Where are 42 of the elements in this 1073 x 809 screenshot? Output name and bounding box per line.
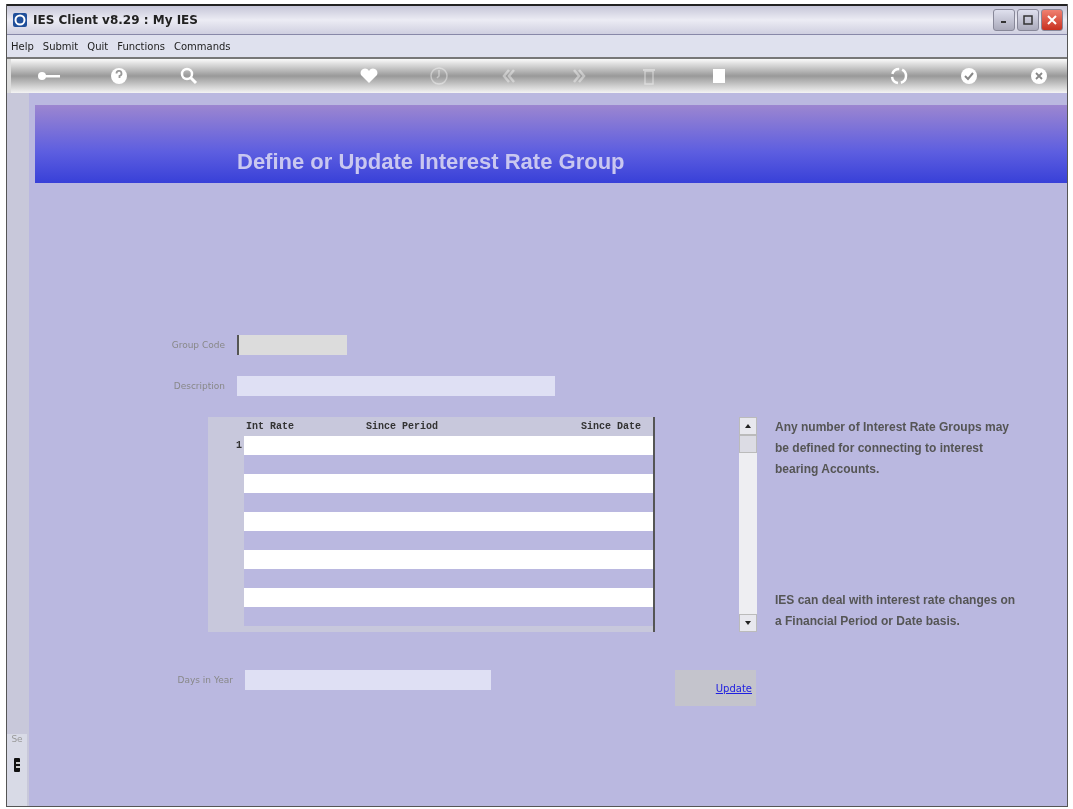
- days-in-year-field[interactable]: [245, 670, 491, 690]
- row-number: 1: [236, 440, 242, 451]
- maximize-icon[interactable]: [1023, 15, 1033, 25]
- table-row[interactable]: [244, 531, 653, 550]
- maximize-button[interactable]: [1017, 9, 1039, 31]
- scrollbar[interactable]: [739, 417, 757, 632]
- table-row[interactable]: [244, 493, 653, 512]
- close-button[interactable]: [1041, 9, 1063, 31]
- column-header: Int Rate: [246, 421, 295, 432]
- table-row[interactable]: [244, 588, 653, 607]
- table-row[interactable]: [244, 436, 653, 455]
- panel-icon[interactable]: [14, 758, 20, 772]
- table-row[interactable]: [244, 607, 653, 626]
- column-header: Since Date: [581, 421, 641, 432]
- update-link[interactable]: Update: [715, 682, 752, 694]
- scroll-up-icon[interactable]: [744, 423, 752, 429]
- menu-item[interactable]: Help: [11, 40, 34, 52]
- panel-label: Se: [11, 734, 23, 744]
- page-title: Define or Update Interest Rate Group: [237, 149, 625, 175]
- menu-item[interactable]: Submit: [42, 40, 79, 52]
- description-field[interactable]: [237, 376, 555, 396]
- app-icon: [13, 13, 27, 27]
- window-title: IES Client v8.29 : My IES: [33, 13, 198, 27]
- field-label: Group Code: [170, 340, 226, 350]
- menu-item[interactable]: Commands: [173, 40, 231, 52]
- update-button[interactable]: Update: [675, 670, 756, 706]
- table-row[interactable]: [244, 550, 653, 569]
- column-header: Since Period: [366, 421, 439, 432]
- field-label: Description: [172, 381, 226, 391]
- group-code-field[interactable]: [237, 335, 347, 355]
- table-row[interactable]: [244, 455, 653, 474]
- table-row[interactable]: [244, 569, 653, 588]
- menu-item[interactable]: Functions: [117, 40, 165, 52]
- field-label: Days in Year: [176, 674, 234, 687]
- scroll-down-icon[interactable]: [744, 620, 752, 626]
- close-icon[interactable]: [1047, 15, 1057, 25]
- menu-item[interactable]: Quit: [87, 40, 109, 52]
- help-text: Any number of Interest Rate Groups may be defined for connecting to interest bearing Accounts.: [775, 419, 1011, 478]
- scrollbar-thumb[interactable]: [739, 435, 757, 453]
- help-text: IES can deal with interest rate changes on a Financial Period or Date basis.: [775, 592, 1017, 630]
- table-row[interactable]: [244, 512, 653, 531]
- table-row[interactable]: [244, 474, 653, 493]
